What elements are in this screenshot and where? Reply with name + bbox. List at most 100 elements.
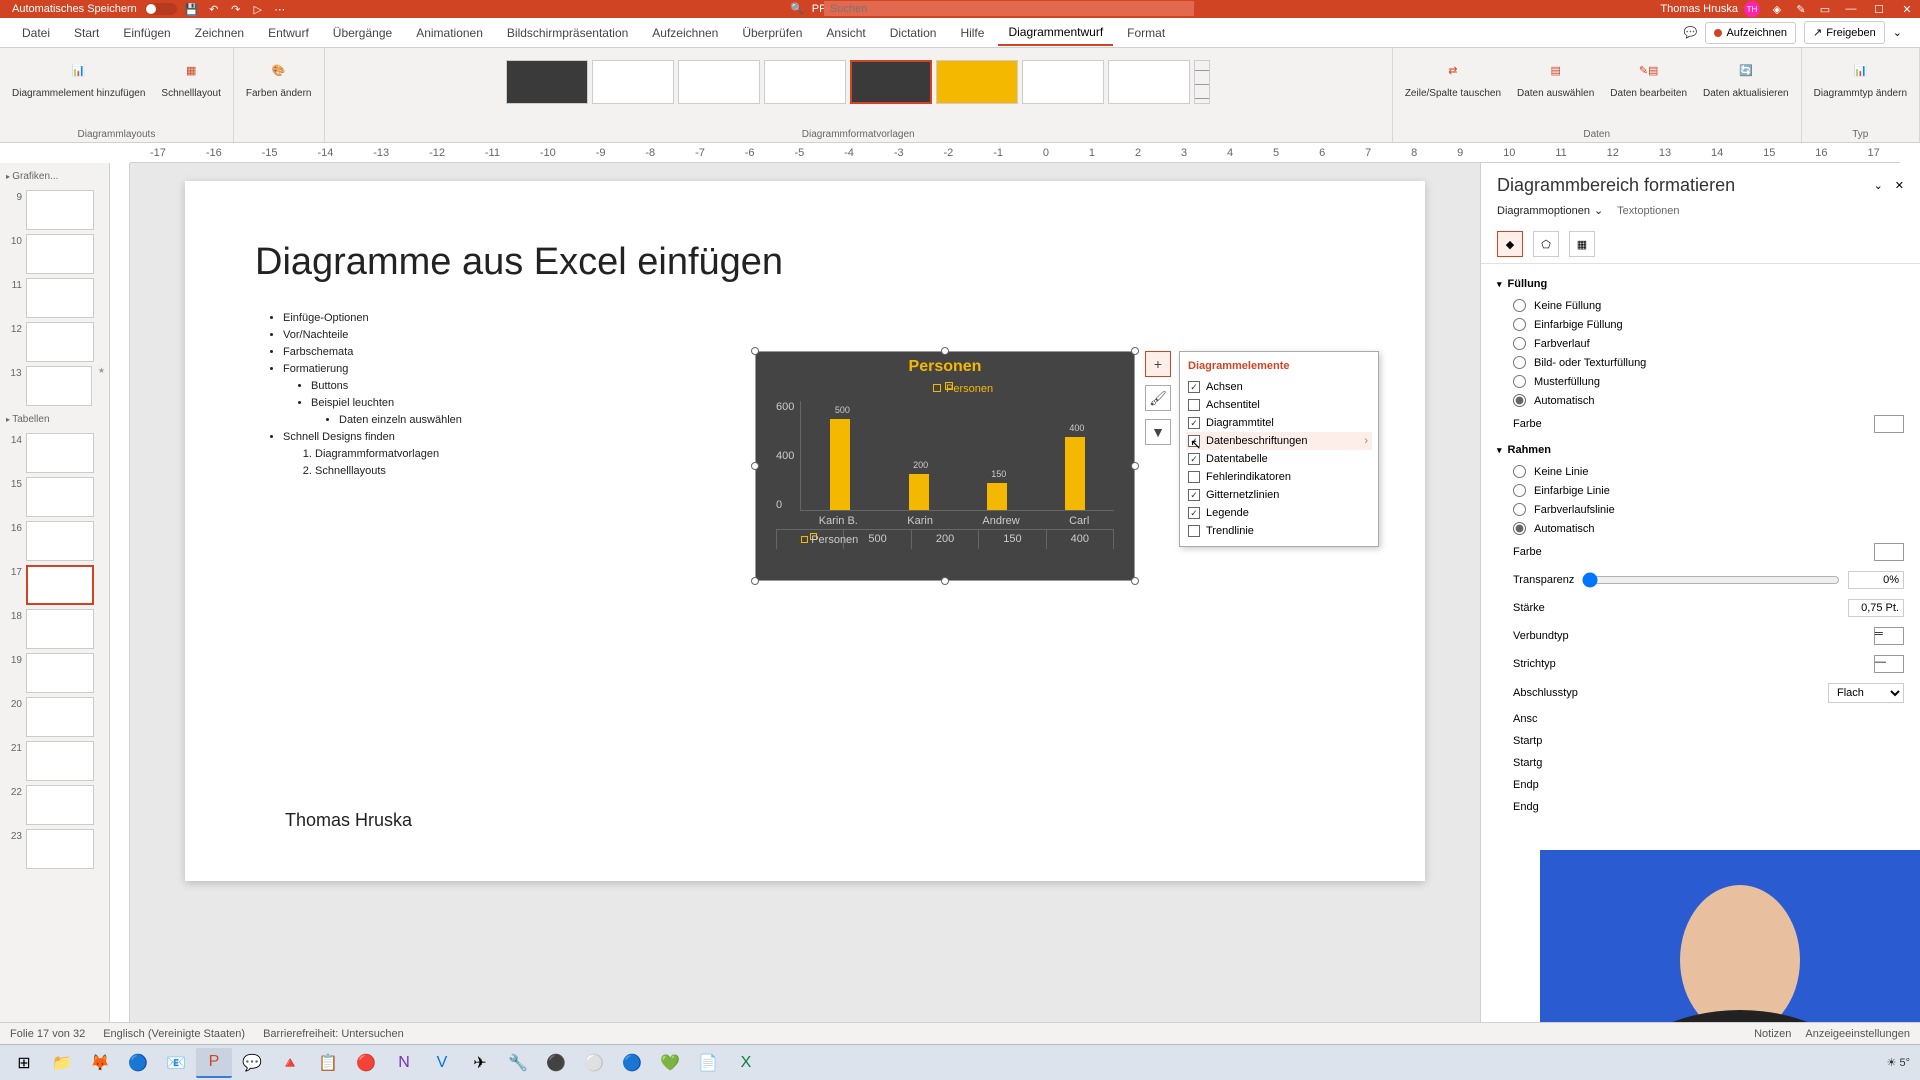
resize-handle[interactable]: [1131, 347, 1139, 355]
firefox-icon[interactable]: 🦊: [82, 1048, 118, 1078]
dash-select[interactable]: —: [1874, 655, 1904, 673]
pane-dropdown-icon[interactable]: ⌄: [1874, 180, 1883, 192]
app-icon[interactable]: ⚪: [576, 1048, 612, 1078]
tab-bildschirm[interactable]: Bildschirmpräsentation: [497, 21, 638, 45]
bar[interactable]: 500: [830, 419, 850, 510]
bar[interactable]: 150: [987, 483, 1007, 510]
section-tabellen[interactable]: Tabellen: [4, 410, 105, 429]
maximize-button[interactable]: ☐: [1870, 3, 1888, 16]
tab-diagrammentwurf[interactable]: Diagrammentwurf: [998, 20, 1113, 46]
slide-thumb[interactable]: 22: [4, 785, 105, 825]
resize-handle[interactable]: [941, 347, 949, 355]
tab-einfuegen[interactable]: Einfügen: [113, 21, 180, 45]
tab-format[interactable]: Format: [1117, 21, 1175, 45]
slide-thumb[interactable]: 18: [4, 609, 105, 649]
app-icon[interactable]: 💚: [652, 1048, 688, 1078]
chart-element-item[interactable]: Achsentitel: [1186, 396, 1372, 414]
tab-ueberpruefen[interactable]: Überprüfen: [732, 21, 812, 45]
fill-expander[interactable]: Füllung: [1497, 272, 1904, 296]
tab-datei[interactable]: Datei: [12, 21, 60, 45]
excel-icon[interactable]: X: [728, 1048, 764, 1078]
tab-animationen[interactable]: Animationen: [406, 21, 493, 45]
slideshow-icon[interactable]: ▷: [251, 2, 265, 16]
checkbox[interactable]: ✓: [1188, 507, 1200, 519]
slide-thumb[interactable]: 20: [4, 697, 105, 737]
style-thumb-6[interactable]: [936, 60, 1018, 104]
add-chart-element-button[interactable]: 📊 Diagrammelement hinzufügen: [8, 52, 149, 101]
autosave-toggle[interactable]: [145, 3, 177, 15]
fill-line-icon[interactable]: ◆: [1497, 231, 1523, 257]
explorer-icon[interactable]: 📁: [44, 1048, 80, 1078]
border-solid-radio[interactable]: Einfarbige Linie: [1497, 481, 1904, 500]
pane-close-icon[interactable]: ✕: [1895, 180, 1904, 192]
fill-none-radio[interactable]: Keine Füllung: [1497, 296, 1904, 315]
slide-thumb[interactable]: 14: [4, 433, 105, 473]
tab-ansicht[interactable]: Ansicht: [816, 21, 875, 45]
onenote-icon[interactable]: N: [386, 1048, 422, 1078]
system-tray[interactable]: ☀ 5°: [1887, 1056, 1910, 1069]
style-thumb-4[interactable]: [764, 60, 846, 104]
slide-title[interactable]: Diagramme aus Excel einfügen: [255, 241, 1355, 284]
resize-handle[interactable]: [1131, 577, 1139, 585]
chart-legend[interactable]: Personen: [756, 382, 1134, 395]
slide-thumb[interactable]: 9: [4, 190, 105, 230]
tab-zeichnen[interactable]: Zeichnen: [185, 21, 254, 45]
tab-hilfe[interactable]: Hilfe: [950, 21, 994, 45]
fill-pattern-radio[interactable]: Musterfüllung: [1497, 372, 1904, 391]
chart-filter-button[interactable]: ▼: [1145, 419, 1171, 445]
select-data-button[interactable]: ▤Daten auswählen: [1513, 52, 1598, 101]
app-icon[interactable]: 📋: [310, 1048, 346, 1078]
slide-thumb[interactable]: 17: [4, 565, 105, 605]
slide-thumb[interactable]: 10: [4, 234, 105, 274]
chart-element-item[interactable]: Fehlerindikatoren: [1186, 468, 1372, 486]
weather-icon[interactable]: ☀ 5°: [1887, 1056, 1910, 1069]
diamond-icon[interactable]: ◈: [1770, 2, 1784, 16]
app-icon[interactable]: 💬: [234, 1048, 270, 1078]
tab-uebergaenge[interactable]: Übergänge: [323, 21, 402, 45]
tab-start[interactable]: Start: [64, 21, 109, 45]
border-color-swatch[interactable]: [1874, 543, 1904, 561]
cap-select[interactable]: Flach: [1828, 683, 1904, 703]
checkbox[interactable]: [1188, 525, 1200, 537]
effects-icon[interactable]: ⬠: [1533, 231, 1559, 257]
border-auto-radio[interactable]: Automatisch: [1497, 519, 1904, 538]
tab-dictation[interactable]: Dictation: [880, 21, 947, 45]
slide-thumb[interactable]: 15: [4, 477, 105, 517]
fill-solid-radio[interactable]: Einfarbige Füllung: [1497, 315, 1904, 334]
slide-thumb[interactable]: 23: [4, 829, 105, 869]
slide-thumb[interactable]: 19: [4, 653, 105, 693]
chart-element-item[interactable]: Trendlinie: [1186, 522, 1372, 540]
style-thumb-5[interactable]: [850, 60, 932, 104]
quick-layout-button[interactable]: ▦ Schnelllayout: [157, 52, 224, 101]
border-expander[interactable]: Rahmen: [1497, 438, 1904, 462]
outlook-icon[interactable]: 📧: [158, 1048, 194, 1078]
pen-icon[interactable]: ✎: [1794, 2, 1808, 16]
chart-element-item[interactable]: ✓Achsen: [1186, 378, 1372, 396]
start-button[interactable]: ⊞: [6, 1048, 42, 1078]
section-grafiken[interactable]: Grafiken...: [4, 167, 105, 186]
chart-element-item[interactable]: ✓Diagrammtitel: [1186, 414, 1372, 432]
chart-element-item[interactable]: ✓Gitternetzlinien: [1186, 486, 1372, 504]
slide-thumb[interactable]: 16: [4, 521, 105, 561]
checkbox[interactable]: ✓: [1188, 489, 1200, 501]
tab-aufzeichnen[interactable]: Aufzeichnen: [642, 21, 728, 45]
style-more-button[interactable]: [1194, 60, 1210, 104]
resize-handle[interactable]: [751, 347, 759, 355]
refresh-data-button[interactable]: 🔄Daten aktualisieren: [1699, 52, 1793, 101]
record-button[interactable]: Aufzeichnen: [1705, 22, 1796, 44]
save-icon[interactable]: 💾: [185, 2, 199, 16]
slide-thumb[interactable]: 11: [4, 278, 105, 318]
fill-color-swatch[interactable]: [1874, 415, 1904, 433]
more-icon[interactable]: ⋯: [273, 2, 287, 16]
notes-button[interactable]: Notizen: [1754, 1028, 1791, 1040]
chart-options-tab[interactable]: Diagrammoptionen ⌄: [1497, 204, 1603, 217]
checkbox[interactable]: [1188, 399, 1200, 411]
app-icon[interactable]: 🔵: [614, 1048, 650, 1078]
app-icon[interactable]: 🔴: [348, 1048, 384, 1078]
accessibility-indicator[interactable]: Barrierefreiheit: Untersuchen: [263, 1028, 404, 1040]
slide-thumbnails[interactable]: Grafiken... 910111213★ Tabellen 14151617…: [0, 163, 110, 1050]
switch-rowcol-button[interactable]: ⇄Zeile/Spalte tauschen: [1401, 52, 1505, 101]
powerpoint-icon[interactable]: P: [196, 1048, 232, 1078]
app-icon[interactable]: 🔧: [500, 1048, 536, 1078]
display-settings[interactable]: Anzeigeeinstellungen: [1805, 1028, 1910, 1040]
